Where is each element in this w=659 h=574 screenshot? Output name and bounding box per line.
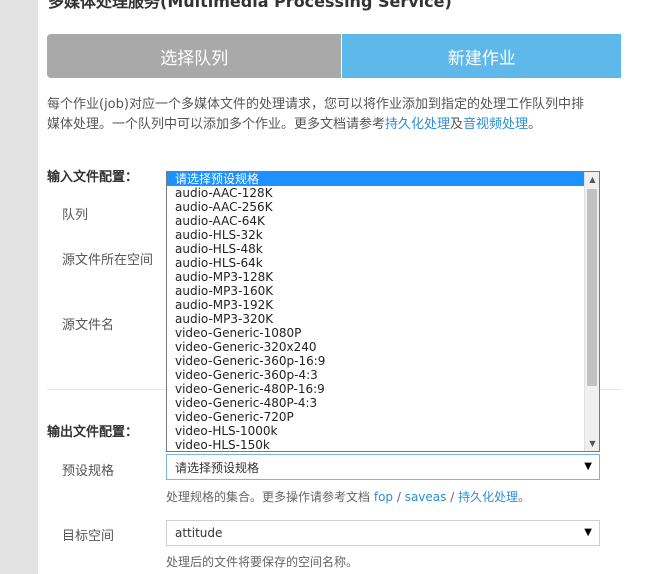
link-fop[interactable]: fop bbox=[374, 490, 393, 504]
chevron-down-icon: ▼ bbox=[584, 527, 592, 538]
dropdown-option[interactable]: video-Generic-480P-4:3 bbox=[167, 396, 585, 410]
tab-select-queue[interactable]: 选择队列 bbox=[47, 34, 342, 78]
dropdown-option[interactable]: video-Generic-360p-16:9 bbox=[167, 354, 585, 368]
target-bucket-value: attitude bbox=[175, 526, 223, 540]
dropdown-options: 请选择预设规格 audio-AAC-128K audio-AAC-256K audio… bbox=[167, 172, 585, 451]
dropdown-option[interactable]: video-Generic-480P-16:9 bbox=[167, 382, 585, 396]
link-persistent-processing[interactable]: 持久化处理 bbox=[385, 117, 450, 132]
dropdown-option[interactable]: video-HLS-1000k bbox=[167, 424, 585, 438]
dropdown-option[interactable]: audio-MP3-128K bbox=[167, 270, 585, 284]
target-help: 处理后的文件将要保存的空间名称。 bbox=[166, 555, 359, 569]
dropdown-option[interactable]: audio-MP3-192K bbox=[167, 298, 585, 312]
intro-and: 及 bbox=[450, 117, 464, 132]
left-sidebar bbox=[0, 0, 38, 574]
scroll-thumb[interactable] bbox=[587, 189, 597, 386]
dropdown-option[interactable]: audio-AAC-128K bbox=[167, 186, 585, 200]
preset-dropdown-list[interactable]: 请选择预设规格 audio-AAC-128K audio-AAC-256K audio… bbox=[166, 171, 600, 452]
intro-line2-suffix: 。 bbox=[528, 117, 542, 132]
source-bucket-label: 源文件所在空间 bbox=[62, 253, 154, 268]
preset-select[interactable]: 请选择预设规格 ▼ bbox=[166, 454, 600, 480]
dropdown-option[interactable]: audio-HLS-48k bbox=[167, 242, 585, 256]
dropdown-option[interactable]: video-Generic-1080P bbox=[167, 326, 585, 340]
dropdown-option[interactable]: audio-AAC-64K bbox=[167, 214, 585, 228]
preset-select-value: 请选择预设规格 bbox=[175, 460, 260, 475]
scroll-down-icon[interactable]: ▼ bbox=[585, 436, 599, 451]
target-bucket-select[interactable]: attitude ▼ bbox=[166, 520, 600, 546]
dropdown-option[interactable]: video-HLS-150k bbox=[167, 438, 585, 451]
source-filename-label: 源文件名 bbox=[62, 318, 115, 333]
dropdown-option[interactable]: video-Generic-720P bbox=[167, 410, 585, 424]
dropdown-option[interactable]: audio-AAC-256K bbox=[167, 200, 585, 214]
queue-label: 队列 bbox=[62, 208, 89, 223]
dropdown-option[interactable]: video-Generic-360p-4:3 bbox=[167, 368, 585, 382]
intro-text: 每个作业(job)对应一个多媒体文件的处理请求，您可以将作业添加到指定的处理工作… bbox=[47, 95, 621, 135]
link-av-processing[interactable]: 音视频处理 bbox=[463, 117, 528, 132]
page-title: 多媒体处理服务(Multimedia Processing Service) bbox=[48, 0, 452, 11]
preset-label: 预设规格 bbox=[62, 464, 115, 479]
dropdown-option[interactable]: video-Generic-320x240 bbox=[167, 340, 585, 354]
preset-help-sep1: / bbox=[393, 490, 405, 504]
preset-help-suffix: 。 bbox=[518, 490, 531, 504]
intro-line2: 媒体处理。一个队列中可以添加多个作业。更多文档请参考持久化处理及音视频处理。 bbox=[47, 115, 621, 135]
tab-new-job[interactable]: 新建作业 bbox=[342, 34, 621, 78]
input-section-title: 输入文件配置： bbox=[47, 170, 139, 185]
dropdown-option[interactable]: audio-HLS-32k bbox=[167, 228, 585, 242]
link-persistent-processing-help[interactable]: 持久化处理 bbox=[458, 490, 518, 504]
dropdown-option[interactable]: audio-HLS-64k bbox=[167, 256, 585, 270]
dropdown-option[interactable]: audio-MP3-320K bbox=[167, 312, 585, 326]
preset-help-prefix: 处理规格的集合。更多操作请参考文档 bbox=[166, 490, 371, 504]
preset-help-sep2: / bbox=[446, 490, 459, 504]
dropdown-scrollbar[interactable]: ▲ ▼ bbox=[584, 172, 599, 451]
link-saveas[interactable]: saveas bbox=[405, 490, 447, 504]
chevron-down-icon: ▼ bbox=[584, 461, 592, 472]
intro-line2-prefix: 媒体处理。一个队列中可以添加多个作业。更多文档请参考 bbox=[47, 117, 386, 132]
tab-bar: 选择队列 新建作业 bbox=[47, 34, 621, 78]
dropdown-option[interactable]: audio-MP3-160K bbox=[167, 284, 585, 298]
target-bucket-label: 目标空间 bbox=[62, 529, 115, 544]
scroll-up-icon[interactable]: ▲ bbox=[585, 172, 599, 187]
preset-help: 处理规格的集合。更多操作请参考文档 fop / saveas / 持久化处理。 bbox=[166, 488, 530, 505]
intro-line1: 每个作业(job)对应一个多媒体文件的处理请求，您可以将作业添加到指定的处理工作… bbox=[47, 97, 584, 112]
dropdown-option[interactable]: 请选择预设规格 bbox=[167, 172, 585, 186]
output-section-title: 输出文件配置： bbox=[47, 425, 139, 440]
